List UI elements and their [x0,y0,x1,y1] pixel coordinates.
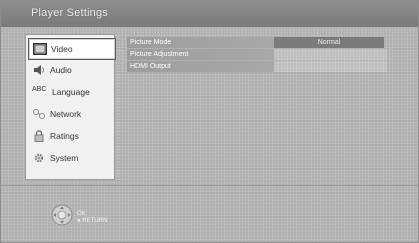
settings-sidebar: Video Audio ABC Language Network Ratings… [25,34,116,180]
ok-hint: OK [77,211,86,217]
setting-label: Picture Adjustment [127,49,274,60]
setting-row-picture-adjustment[interactable]: Picture Adjustment [127,49,387,60]
setting-label: Picture Mode [127,37,274,48]
sidebar-item-label: Network [50,109,82,119]
lock-icon [32,130,46,142]
setting-label: HDMI Output [127,61,274,72]
setting-row-hdmi-output[interactable]: HDMI Output [127,61,387,72]
sidebar-item-label: System [50,153,79,163]
sidebar-item-label: Language [52,87,90,97]
title-bar: Player Settings [1,1,418,27]
page-title: Player Settings [31,7,108,19]
sidebar-item-label: Audio [50,65,72,75]
return-hint: ● RETURN [77,218,108,224]
settings-screen: Player Settings Video Audio ABC Language… [0,0,419,243]
remote-dpad-icon [51,204,73,231]
sidebar-item-label: Video [51,44,73,54]
gear-icon [32,152,46,164]
video-icon [33,43,47,55]
sidebar-item-system[interactable]: System [28,148,114,168]
settings-list: Picture Mode Normal Picture Adjustment H… [127,37,387,73]
abc-icon: ABC [32,86,47,93]
footer-divider [1,185,418,186]
speaker-icon [32,64,46,76]
sidebar-item-ratings[interactable]: Ratings [28,126,114,146]
button-guide: OK ● RETURN [51,204,107,231]
network-icon [32,108,46,120]
setting-row-picture-mode[interactable]: Picture Mode Normal [127,37,387,48]
sidebar-item-audio[interactable]: Audio [28,60,114,80]
sidebar-item-video[interactable]: Video [28,38,116,60]
setting-value: Normal [274,37,384,48]
sidebar-item-label: Ratings [50,131,79,141]
sidebar-item-language[interactable]: ABC Language [28,82,114,102]
sidebar-item-network[interactable]: Network [28,104,114,124]
